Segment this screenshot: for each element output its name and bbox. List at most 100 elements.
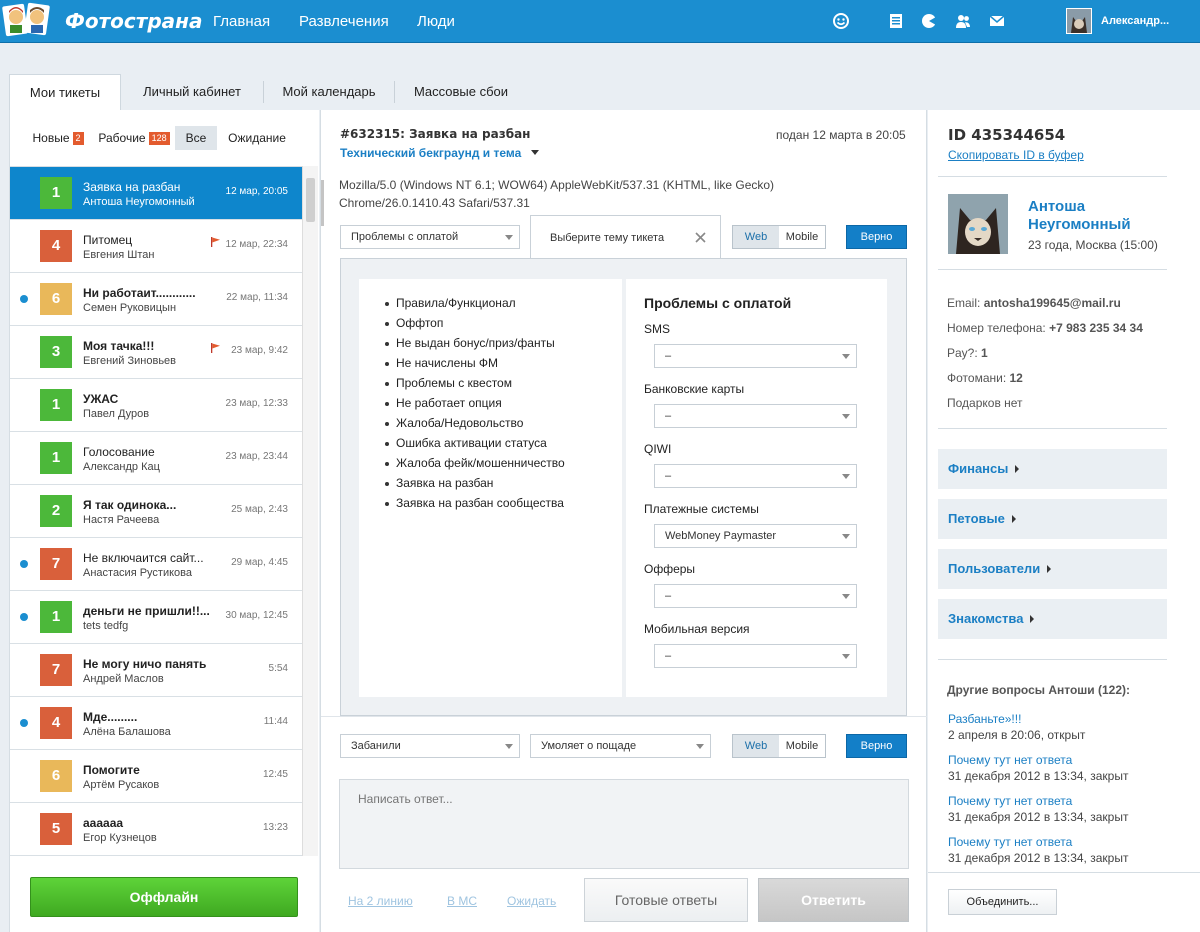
ticket-row[interactable]: 6 Помогите Артём Русаков 12:45	[10, 750, 302, 803]
payment-field-select[interactable]: WebMoney Paymaster	[654, 524, 857, 548]
filter-all[interactable]: Все	[175, 126, 217, 150]
topic-item[interactable]: Правила/Функционал	[359, 293, 622, 313]
ticket-row-title: УЖАС	[83, 392, 119, 406]
ticket-list-scrollbar[interactable]	[302, 166, 318, 856]
chevron-right-icon	[1047, 565, 1052, 573]
topic-item[interactable]: Заявка на разбан	[359, 473, 622, 493]
platform-mobile[interactable]: Mobile	[779, 226, 825, 248]
topic-item[interactable]: Не работает опция	[359, 393, 622, 413]
platform-toggle-2[interactable]: Web Mobile	[732, 734, 826, 758]
ticket-row-user: Андрей Маслов	[83, 673, 164, 685]
other-question-link[interactable]: Почему тут нет ответа	[948, 753, 1072, 767]
payment-field-select[interactable]: –	[654, 464, 857, 488]
ticket-row[interactable]: 6 Ни работаит............ Семен Руковицын 2…	[10, 273, 302, 326]
close-icon[interactable]	[695, 232, 706, 243]
ticket-row[interactable]: 7 Не включаится сайт... Анастасия Рустиков…	[10, 538, 302, 591]
ticket-row-date: 30 мар, 12:45	[225, 610, 288, 621]
ticket-row[interactable]: 7 Не могу ничо панять Андрей Маслов 5:54	[10, 644, 302, 697]
ticket-priority-badge: 1	[40, 601, 72, 633]
payment-field-select[interactable]: –	[654, 344, 857, 368]
news-icon[interactable]	[888, 13, 904, 29]
topic-item[interactable]: Проблемы с квестом	[359, 373, 622, 393]
detail-scrollbar[interactable]	[321, 180, 324, 226]
user-avatar[interactable]	[1066, 8, 1092, 34]
topic-tab[interactable]: Выберите тему тикета	[530, 215, 721, 259]
nav-main[interactable]: Главная	[213, 13, 270, 30]
tab-mass-failures[interactable]: Массовые сбои	[395, 74, 527, 110]
ticket-row[interactable]: 4 Питомец Евгения Штан 12 мар, 22:34	[10, 220, 302, 273]
status-select[interactable]: Забанили	[340, 734, 520, 758]
tab-personal-cabinet[interactable]: Личный кабинет	[122, 74, 262, 110]
filter-waiting[interactable]: Ожидание	[218, 126, 296, 150]
ticket-row[interactable]: 1 деньги не пришли!!... tets tedfg 30 мар, …	[10, 591, 302, 644]
payment-field-select[interactable]: –	[654, 644, 857, 668]
topic-item[interactable]: Не выдан бонус/приз/фанты	[359, 333, 622, 353]
nav-people[interactable]: Люди	[417, 13, 455, 30]
ticket-row-user: tets tedfg	[83, 620, 129, 632]
ready-answers-button[interactable]: Готовые ответы	[584, 878, 748, 922]
chevron-right-icon	[1011, 515, 1016, 523]
other-question-link[interactable]: Почему тут нет ответа	[948, 835, 1072, 849]
filter-working[interactable]: Рабочие 128	[95, 126, 173, 150]
ticket-row-title: Помогите	[83, 763, 140, 777]
flag-icon[interactable]	[211, 343, 220, 353]
ticket-row[interactable]: 1 Заявка на разбан Антоша Неугомонный 12 ма…	[10, 167, 302, 220]
reply-textarea[interactable]	[339, 779, 909, 869]
platform-mobile[interactable]: Mobile	[779, 735, 825, 757]
offline-button[interactable]: Оффлайн	[30, 877, 298, 917]
filter-new[interactable]: Новые 2	[25, 126, 91, 150]
category-finances[interactable]: Финансы	[938, 449, 1167, 489]
ticket-row[interactable]: 5 аааааа Егор Кузнецов 13:23	[10, 803, 302, 856]
copy-id-link[interactable]: Скопировать ID в буфер	[948, 148, 1084, 162]
to-ms-link[interactable]: В МС	[447, 894, 477, 908]
profile-name-first: Антоша	[1028, 198, 1086, 215]
ticket-row[interactable]: 1 Голосование Александр Кац 23 мар, 23:44	[10, 432, 302, 485]
platform-web[interactable]: Web	[733, 735, 779, 757]
topic-item[interactable]: Ошибка активации статуса	[359, 433, 622, 453]
logo-text[interactable]: Фотострана	[65, 9, 202, 33]
merge-button[interactable]: Объединить...	[948, 889, 1057, 915]
smile-icon[interactable]	[833, 13, 849, 29]
category-users[interactable]: Пользователи	[938, 549, 1167, 589]
tab-my-calendar[interactable]: Мой календарь	[264, 74, 394, 110]
tab-my-tickets[interactable]: Мои тикеты	[9, 74, 121, 111]
other-question-link[interactable]: Разбаньте»!!!	[948, 712, 1021, 726]
ticket-row-user: Павел Дуров	[83, 408, 150, 420]
ticket-row[interactable]: 1 УЖАС Павел Дуров 23 мар, 12:33	[10, 379, 302, 432]
second-line-link[interactable]: На 2 линию	[348, 894, 413, 908]
profile-photo[interactable]	[948, 194, 1008, 254]
flag-icon[interactable]	[211, 237, 220, 247]
category-pets[interactable]: Петовые	[938, 499, 1167, 539]
ticket-row[interactable]: 2 Я так одинока... Настя Рачеева 25 мар, 2:…	[10, 485, 302, 538]
profile-name-last: Неугомонный	[1028, 216, 1131, 233]
verno-button[interactable]: Верно	[846, 225, 907, 249]
topic-item[interactable]: Жалоба/Недовольство	[359, 413, 622, 433]
topic-item[interactable]: Оффтоп	[359, 313, 622, 333]
category-select[interactable]: Проблемы с оплатой	[340, 225, 520, 249]
payment-field-select[interactable]: –	[654, 584, 857, 608]
games-icon[interactable]	[921, 13, 937, 29]
payment-field-select[interactable]: –	[654, 404, 857, 428]
ticket-theme-dropdown[interactable]: Технический бекграунд и тема	[340, 146, 539, 160]
profile-name[interactable]: Антоша Неугомонный	[1028, 198, 1131, 234]
wait-link[interactable]: Ожидать	[507, 894, 556, 908]
nav-entertainment[interactable]: Развлечения	[299, 13, 389, 30]
answer-button[interactable]: Ответить	[758, 878, 909, 922]
user-name[interactable]: Александр...	[1101, 15, 1169, 27]
mail-icon[interactable]	[989, 13, 1005, 29]
other-question-link[interactable]: Почему тут нет ответа	[948, 794, 1072, 808]
topic-item[interactable]: Не начислены ФМ	[359, 353, 622, 373]
scrollbar-thumb[interactable]	[306, 178, 315, 222]
platform-toggle[interactable]: Web Mobile	[732, 225, 826, 249]
friends-icon[interactable]	[955, 13, 971, 29]
verno-button-2[interactable]: Верно	[846, 734, 907, 758]
subject-select[interactable]: Умоляет о пощаде	[530, 734, 711, 758]
topic-item[interactable]: Жалоба фейк/мошенничество	[359, 453, 622, 473]
ticket-row[interactable]: 3 Моя тачка!!! Евгений Зиновьев 23 мар, 9:4…	[10, 326, 302, 379]
platform-web[interactable]: Web	[733, 226, 779, 248]
ticket-row[interactable]: 4 Мде......... Алёна Балашова 11:44	[10, 697, 302, 750]
category-dating[interactable]: Знакомства	[938, 599, 1167, 639]
topic-item[interactable]: Заявка на разбан сообщества	[359, 493, 622, 513]
topic-list: Правила/Функционал Оффтоп Не выдан бонус/п…	[359, 279, 622, 697]
logo-icon[interactable]	[2, 1, 54, 41]
